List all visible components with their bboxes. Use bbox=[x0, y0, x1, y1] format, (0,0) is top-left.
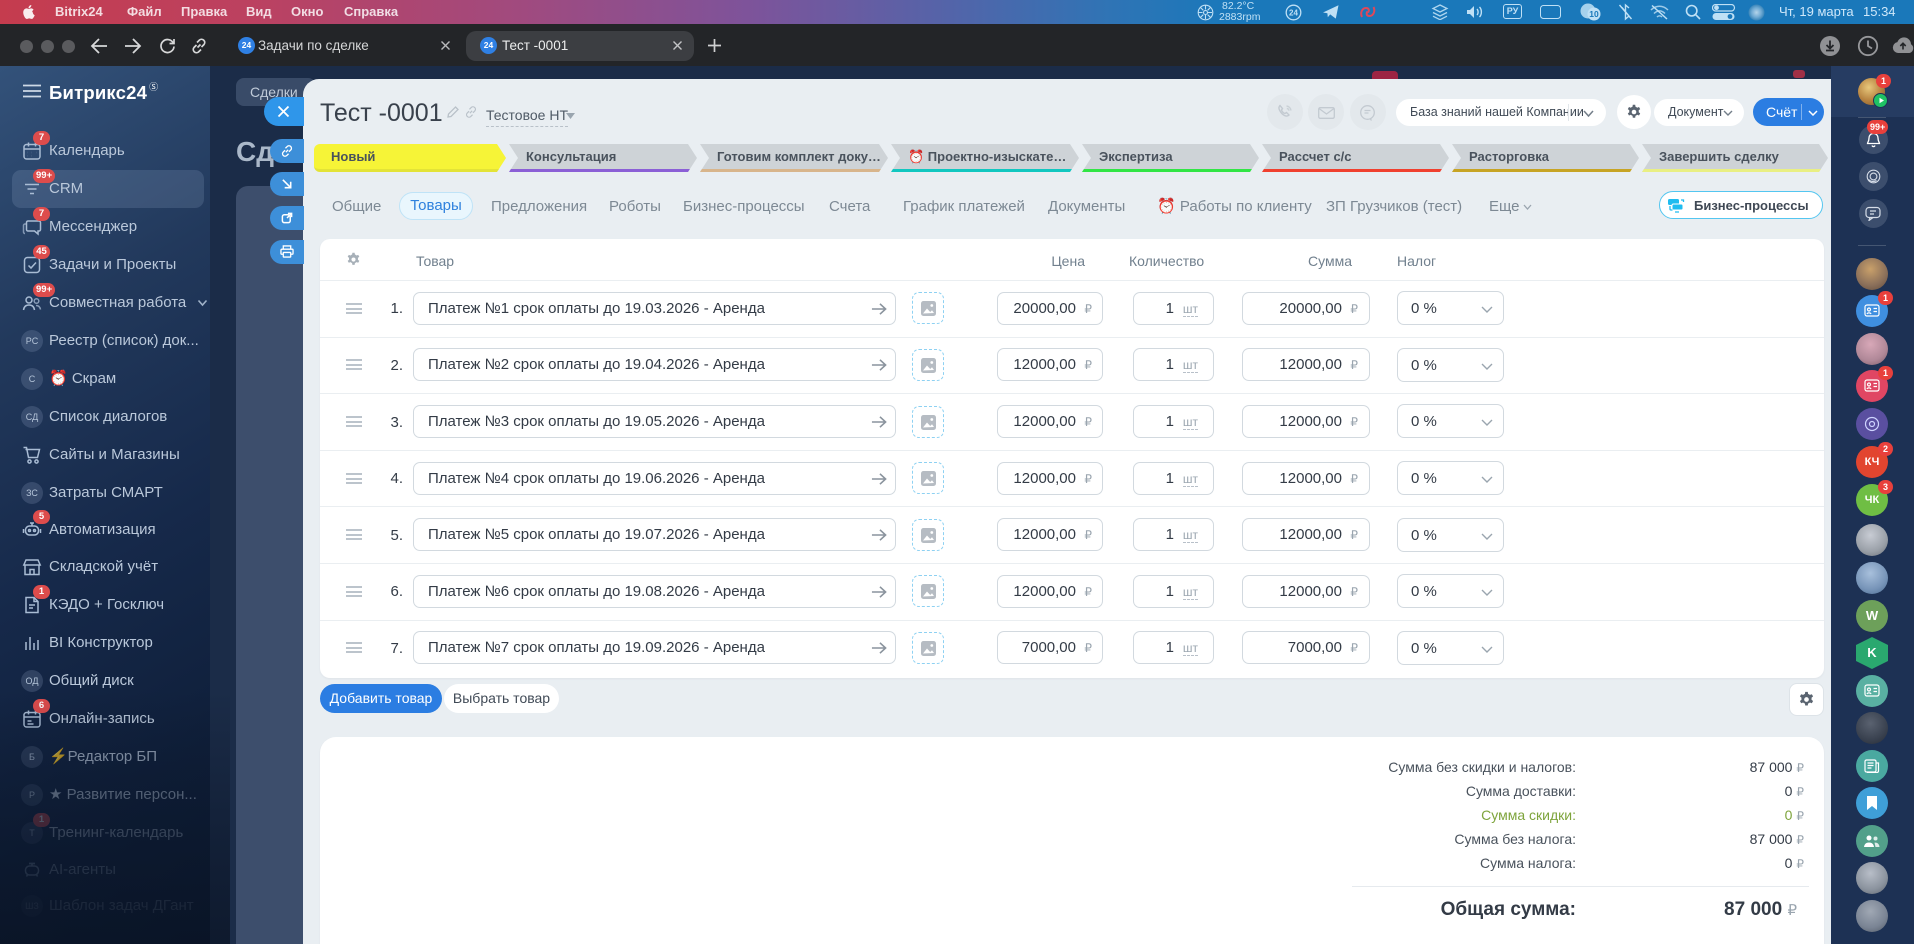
svg-text:24: 24 bbox=[1289, 9, 1298, 18]
svg-text:10: 10 bbox=[1589, 9, 1599, 19]
